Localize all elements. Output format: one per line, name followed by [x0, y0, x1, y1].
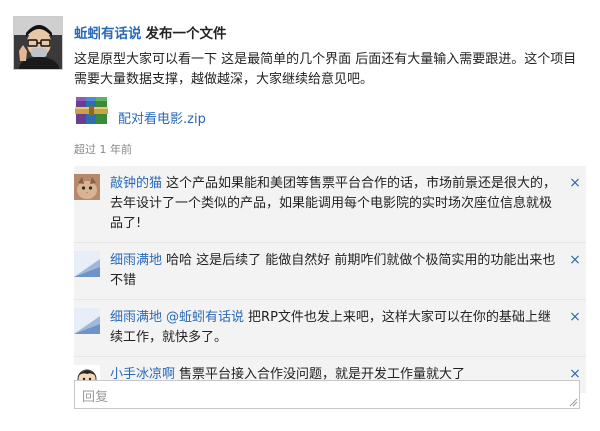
post-author-link[interactable]: 蚯蚓有话说 — [74, 26, 142, 42]
comment-author-link[interactable]: 敲钟的猫 — [110, 176, 162, 191]
attachment[interactable]: 配对看电影.zip — [74, 96, 206, 128]
comment-text: 细雨满地 @蚯蚓有话说 把RP文件也发上来吧，这样大家可以在你的基础上继续工作，就快… — [110, 308, 558, 348]
comment-body: 这个产品如果能和美团等售票平台合作的话，市场前景还是很大的，去年设计了一个类似的… — [110, 176, 557, 231]
comment-text: 细雨满地 哈哈 这是后续了 能做自然好 前期咋们就做个极简实用的功能出来也不错 — [110, 251, 558, 291]
comment-item: 细雨满地 @蚯蚓有话说 把RP文件也发上来吧，这样大家可以在你的基础上继续工作，就快… — [74, 299, 586, 356]
comment-list: 敲钟的猫 这个产品如果能和美团等售票平台合作的话，市场前景还是很大的，去年设计了一… — [74, 166, 586, 393]
comment-mention-link[interactable]: @蚯蚓有话说 — [166, 310, 244, 325]
comment-author-link[interactable]: 细雨满地 — [110, 310, 162, 325]
cat-photo-avatar[interactable] — [74, 174, 100, 200]
post-body: 这是原型大家可以看一下 这是最简单的几个界面 后面还有大量输入需要跟进。这个项目… — [74, 52, 577, 87]
comment-author-link[interactable]: 细雨满地 — [110, 253, 162, 268]
post-author-avatar[interactable] — [13, 16, 63, 70]
winrar-archive-icon[interactable] — [74, 94, 110, 130]
attachment-filename-link[interactable]: 配对看电影.zip — [118, 98, 206, 127]
default-blue-avatar[interactable] — [74, 251, 100, 277]
post-header: 蚯蚓有话说 发布一个文件 — [74, 22, 227, 42]
comment-item: 细雨满地 哈哈 这是后续了 能做自然好 前期咋们就做个极简实用的功能出来也不错 × — [74, 242, 586, 299]
delete-comment-close-icon[interactable]: × — [568, 310, 582, 324]
default-blue-avatar[interactable] — [74, 308, 100, 334]
comment-body: 哈哈 这是后续了 能做自然好 前期咋们就做个极简实用的功能出来也不错 — [110, 253, 556, 288]
delete-comment-close-icon[interactable]: × — [568, 367, 582, 381]
delete-comment-close-icon[interactable]: × — [568, 253, 582, 267]
post-timestamp: 超过 1 年前 — [74, 143, 132, 156]
comment-item: 敲钟的猫 这个产品如果能和美团等售票平台合作的话，市场前景还是很大的，去年设计了一… — [74, 166, 586, 242]
reply-input[interactable] — [74, 380, 580, 409]
post-action-text: 发布一个文件 — [145, 26, 227, 42]
delete-comment-close-icon[interactable]: × — [568, 176, 582, 190]
comment-text: 敲钟的猫 这个产品如果能和美团等售票平台合作的话，市场前景还是很大的，去年设计了一… — [110, 174, 558, 234]
